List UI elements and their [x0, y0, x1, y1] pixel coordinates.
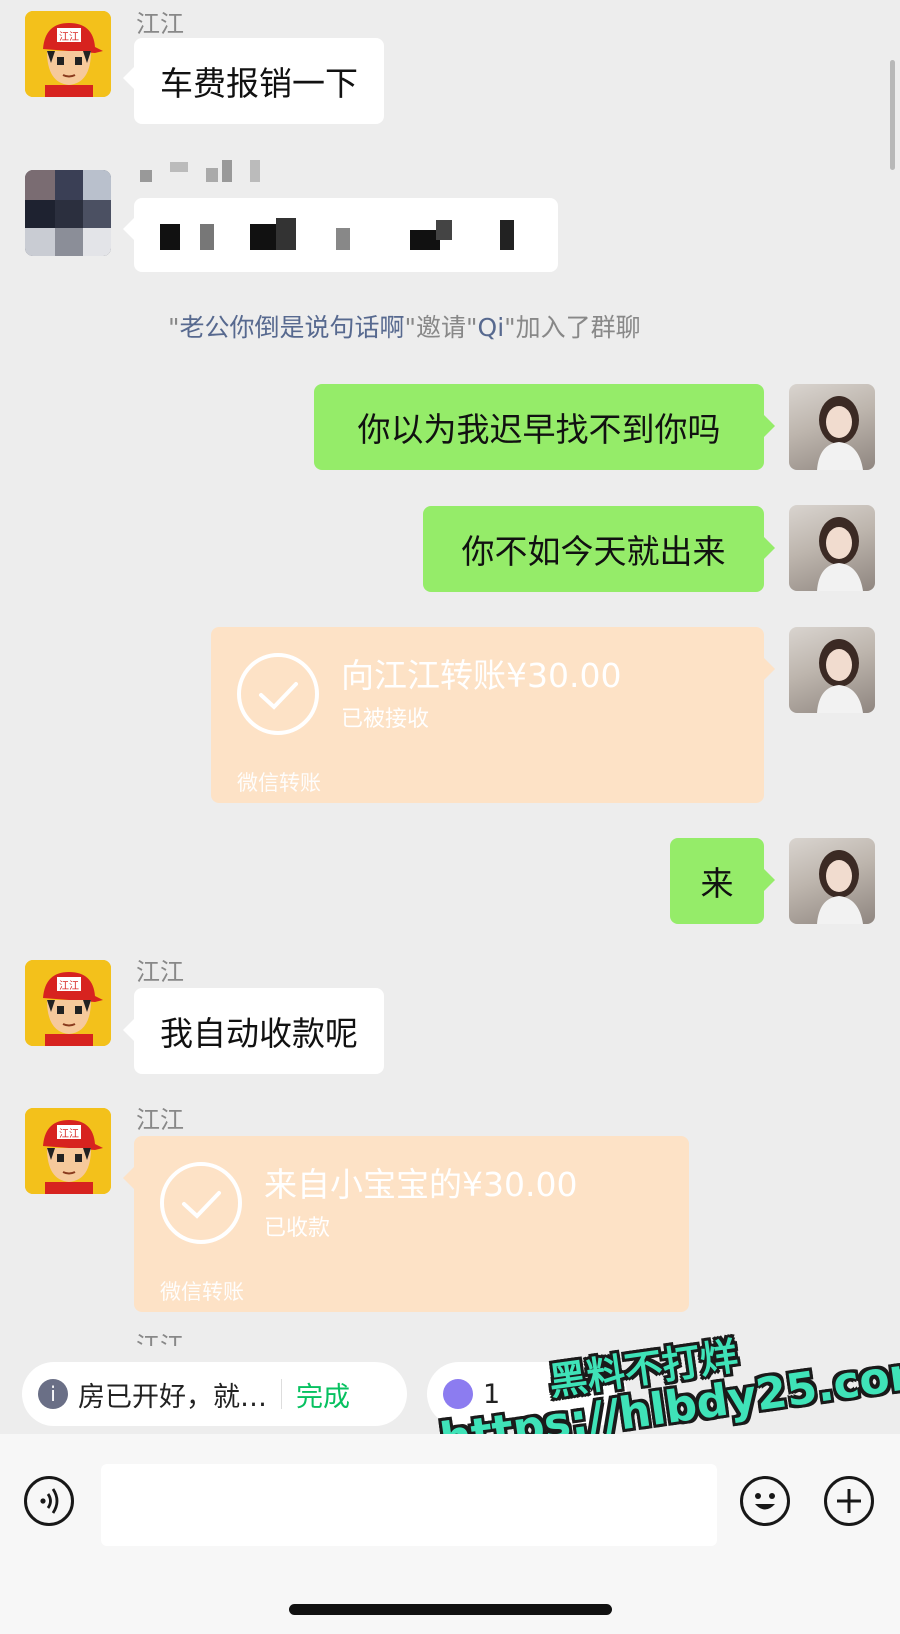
home-indicator[interactable] — [289, 1604, 612, 1615]
check-icon — [182, 1191, 221, 1219]
avatar-self[interactable] — [789, 505, 875, 591]
more-button[interactable] — [824, 1476, 874, 1526]
bubble-tail — [764, 658, 775, 680]
girl-avatar-icon — [817, 639, 863, 713]
bubble-tail — [764, 415, 775, 437]
todo-text: 房已开好，就… — [78, 1381, 267, 1413]
sender-name: 江江 — [136, 10, 184, 38]
cartoon-avatar-icon: 江江 — [25, 960, 111, 1046]
girl-avatar-icon — [817, 850, 863, 924]
svg-text:江江: 江江 — [59, 980, 79, 992]
avatar-jiangjiang[interactable]: 江江 — [25, 1108, 111, 1194]
count-value: 1 — [483, 1378, 501, 1410]
transfer-status: 已被接收 — [341, 707, 430, 732]
censor-mosaic-icon — [140, 160, 260, 182]
system-notice: "老公你倒是说句话啊"邀请"Qi"加入了群聊 — [168, 308, 641, 344]
system-tail-text: 加入了群聊 — [515, 313, 641, 342]
system-quote: " — [168, 313, 180, 342]
message-bubble-self[interactable]: 你不如今天就出来 — [423, 506, 764, 592]
chip-divider — [281, 1379, 282, 1409]
transfer-title: 来自小宝宝的¥30.00 — [264, 1165, 578, 1204]
transfer-card-sent[interactable]: 向江江转账¥30.00 已被接收 微信转账 — [211, 627, 764, 803]
avatar-jiangjiang[interactable]: 江江 — [25, 11, 111, 97]
system-inviter-name[interactable]: 老公你倒是说句话啊 — [180, 313, 405, 342]
sender-name: 江江 — [136, 1106, 184, 1134]
chat-scrollbar[interactable] — [890, 60, 895, 170]
svg-text:江江: 江江 — [59, 1128, 79, 1140]
done-button[interactable]: 完成 — [296, 1375, 350, 1414]
bubble-tail — [123, 1167, 134, 1189]
bubble-tail — [764, 537, 775, 559]
transfer-title: 向江江转账¥30.00 — [341, 656, 622, 695]
cartoon-avatar-icon: 江江 — [25, 1108, 111, 1194]
sender-name-censored — [138, 158, 268, 192]
bubble-tail — [123, 218, 134, 240]
transfer-card-received[interactable]: 来自小宝宝的¥30.00 已收款 微信转账 — [134, 1136, 689, 1312]
message-bubble[interactable]: 车费报销一下 — [134, 38, 384, 124]
check-icon — [259, 682, 298, 710]
transfer-footer: 微信转账 — [237, 771, 321, 795]
plus-icon — [837, 1489, 861, 1513]
voice-icon — [40, 1488, 59, 1514]
avatar-self[interactable] — [789, 838, 875, 924]
transfer-footer: 微信转账 — [160, 1280, 244, 1304]
diamond-badge-icon — [443, 1379, 473, 1409]
voice-button[interactable] — [24, 1476, 74, 1526]
system-quote: " — [466, 313, 478, 342]
transfer-status: 已收款 — [264, 1216, 331, 1241]
system-quote: " — [504, 313, 516, 342]
sender-name: 江江 — [136, 958, 184, 986]
message-bubble-self[interactable]: 来 — [670, 838, 764, 924]
bubble-tail — [123, 67, 134, 89]
censor-mosaic-icon — [160, 218, 514, 250]
avatar-self[interactable] — [789, 627, 875, 713]
svg-text:江江: 江江 — [59, 31, 79, 43]
check-circle-icon — [237, 653, 319, 735]
bubble-tail — [764, 869, 775, 891]
pixelated-avatar-icon — [25, 170, 111, 256]
pinned-todo-chip[interactable]: i 房已开好，就… 完成 — [22, 1362, 407, 1426]
system-invitee-name[interactable]: Qi — [478, 313, 505, 342]
cartoon-avatar-icon: 江江 — [25, 11, 111, 97]
girl-avatar-icon — [817, 517, 863, 591]
emoji-icon — [755, 1493, 775, 1510]
girl-avatar-icon — [817, 396, 863, 470]
check-circle-icon — [160, 1162, 242, 1244]
message-input[interactable] — [101, 1464, 717, 1546]
avatar-self[interactable] — [789, 384, 875, 470]
message-bubble[interactable]: 我自动收款呢 — [134, 988, 384, 1074]
avatar-blurred[interactable] — [25, 170, 111, 256]
system-quote: " — [404, 313, 417, 342]
info-icon: i — [38, 1379, 68, 1409]
message-bubble-self[interactable]: 你以为我迟早找不到你吗 — [314, 384, 764, 470]
emoji-button[interactable] — [740, 1476, 790, 1526]
bubble-tail — [123, 1019, 134, 1041]
avatar-jiangjiang[interactable]: 江江 — [25, 960, 111, 1046]
system-invite-text: 邀请 — [416, 313, 467, 342]
